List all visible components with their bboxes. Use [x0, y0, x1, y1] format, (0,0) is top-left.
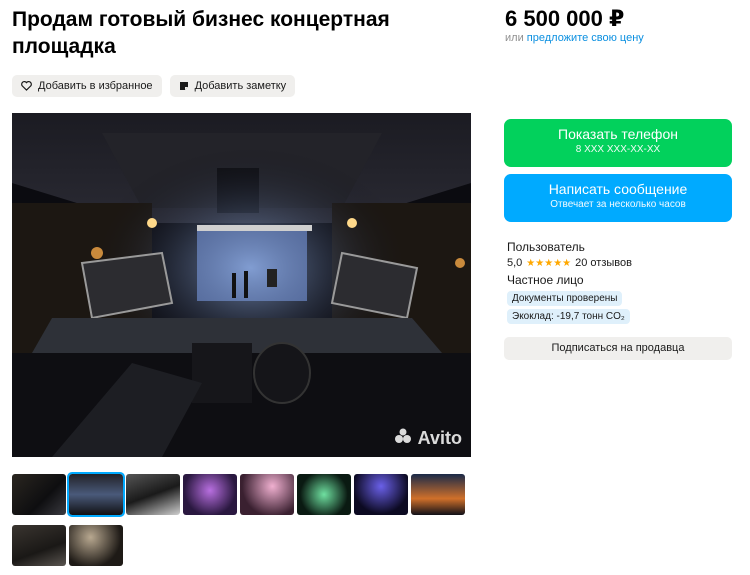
subscribe-seller-button[interactable]: Подписаться на продавца: [504, 337, 732, 360]
thumbnail[interactable]: [411, 474, 465, 515]
thumbnail[interactable]: [12, 525, 66, 566]
seller-name[interactable]: Пользователь: [507, 240, 585, 254]
main-photo[interactable]: Avito: [12, 113, 471, 457]
star-icons: ★★★★★: [526, 257, 572, 269]
avito-watermark: Avito: [394, 428, 462, 449]
thumbnail[interactable]: [354, 474, 408, 515]
listing-title: Продам готовый бизнес концертная площадк…: [12, 8, 390, 58]
thumbnail[interactable]: [240, 474, 294, 515]
phone-masked: 8 XXX XXX-XX-XX: [575, 144, 661, 155]
reviews-link[interactable]: 20 отзывов: [575, 257, 632, 269]
price-offer-prefix: или: [505, 32, 524, 44]
thumbnail[interactable]: [69, 525, 123, 566]
avito-logo-icon: [394, 428, 414, 449]
write-message-label: Написать сообщение: [548, 181, 688, 197]
reply-time: Отвечает за несколько часов: [550, 199, 686, 210]
note-icon: [179, 81, 189, 91]
show-phone-label: Показать телефон: [558, 126, 678, 142]
thumbnail[interactable]: [183, 474, 237, 515]
thumbnail[interactable]: [297, 474, 351, 515]
add-favorite-label: Добавить в избранное: [38, 80, 153, 92]
eco-contribution-badge[interactable]: Экоклад: -19,7 тонн CO₂: [507, 309, 630, 324]
add-note-button[interactable]: Добавить заметку: [169, 75, 296, 97]
seller-rating: 5,0 ★★★★★ 20 отзывов: [507, 257, 632, 269]
add-note-label: Добавить заметку: [194, 80, 287, 92]
add-favorite-button[interactable]: Добавить в избранное: [12, 75, 162, 97]
watermark-text: Avito: [417, 428, 462, 448]
heart-icon: [21, 81, 32, 91]
offer-price-link[interactable]: предложите свою цену: [527, 32, 644, 44]
thumbnail[interactable]: [12, 474, 66, 515]
show-phone-button[interactable]: Показать телефон 8 XXX XXX-XX-XX: [504, 119, 732, 167]
rating-value: 5,0: [507, 257, 523, 269]
seller-type: Частное лицо: [507, 273, 584, 287]
price: 6 500 000 ₽: [505, 6, 625, 31]
thumbnail[interactable]: [67, 472, 125, 517]
documents-verified-badge[interactable]: Документы проверены: [507, 291, 623, 306]
write-message-button[interactable]: Написать сообщение Отвечает за несколько…: [504, 174, 732, 222]
price-offer: или предложите свою цену: [505, 32, 644, 44]
thumbnail[interactable]: [126, 474, 180, 515]
listing-actions: Добавить в избранное Добавить заметку: [12, 75, 296, 97]
